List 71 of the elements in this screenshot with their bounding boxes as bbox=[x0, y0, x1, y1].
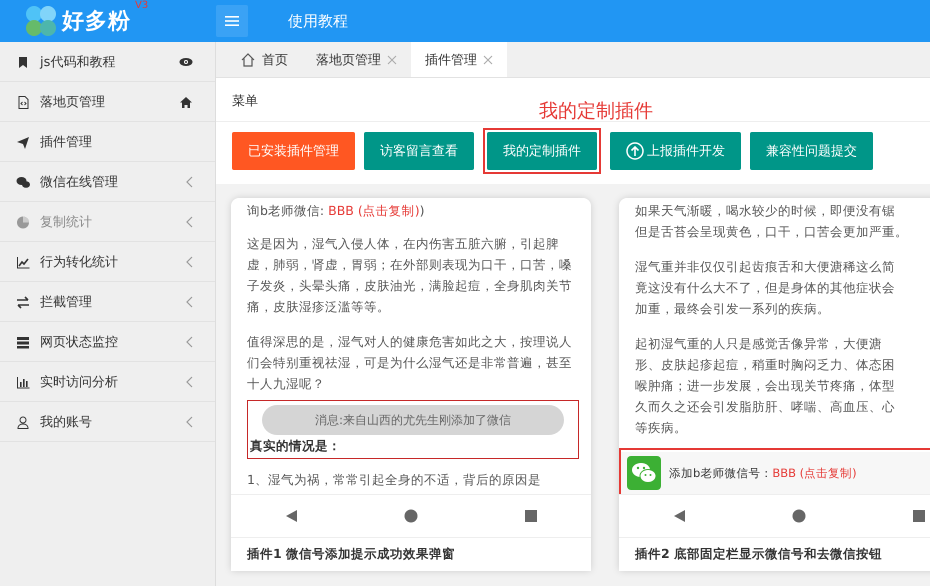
contact-text: 询b老师微信: BBB (点击复制)) bbox=[247, 202, 426, 220]
article-text-line: 等疾病。 bbox=[635, 419, 688, 437]
home-icon bbox=[179, 96, 193, 108]
sidebar-item[interactable]: 落地页管理 bbox=[0, 82, 215, 122]
chevron-left-icon bbox=[185, 256, 193, 268]
menu-button[interactable] bbox=[216, 5, 248, 37]
sidebar-item[interactable]: 行为转化统计 bbox=[0, 242, 215, 282]
article-text-line: 但是舌苔会呈现黄色，口干，口苦会更加严重。 bbox=[635, 223, 909, 241]
article-text-line: 形、皮肤起疹起痘，稍重时胸闷乏力、体态困 bbox=[635, 356, 896, 374]
bar-chart-icon bbox=[16, 374, 30, 388]
close-icon bbox=[483, 54, 493, 64]
sidebar-item[interactable]: 插件管理 bbox=[0, 122, 215, 162]
eye-icon bbox=[179, 56, 193, 68]
chevron-left-icon bbox=[185, 216, 193, 228]
home-outline-icon bbox=[240, 52, 256, 68]
version-label: V3 bbox=[135, 0, 148, 11]
article-text-line: 久而久之还会引发脂肪肝、哮喘、高血压、心 bbox=[635, 398, 896, 416]
tab[interactable]: 落地页管理 bbox=[302, 42, 411, 77]
chat-bubbles-icon bbox=[16, 174, 30, 188]
article-text-line: 加重，最终会引发一系列的疾病。 bbox=[635, 300, 831, 318]
tab[interactable]: 首页 bbox=[226, 42, 302, 77]
article-paragraph: 这是因为，湿气入侵人体，在内伤害五脏六腑，引起脾虚，肺弱，肾虚，胃弱；在外部则表现为口干，口苦，嗓子发炎，头晕头痛，皮肤油光，满脸起痘，全身肌肉关节痛，皮肤湿疹泛滥等等。 bbox=[247, 235, 573, 316]
user-icon bbox=[16, 414, 30, 428]
plugin-caption: 插件1 微信号添加提示成功效果弹窗 bbox=[246, 545, 456, 563]
sidebar-item[interactable]: 微信在线管理 bbox=[0, 162, 215, 202]
tab-button[interactable]: 访客留言查看 bbox=[364, 132, 474, 170]
article-paragraph: 1、湿气为祸，常常引起全身的不适，背后的原因是 bbox=[247, 471, 542, 489]
home-circle-icon bbox=[404, 509, 418, 523]
sidebar-item[interactable]: js代码和教程 bbox=[0, 42, 215, 82]
square-icon bbox=[524, 509, 538, 523]
bookmark-icon bbox=[16, 54, 30, 68]
chevron-left-icon bbox=[185, 416, 193, 428]
chevron-left-icon bbox=[185, 336, 193, 348]
back-triangle-icon bbox=[284, 509, 298, 523]
plugin-caption: 插件2 底部固定栏显示微信号和去微信按钮 bbox=[634, 545, 884, 563]
chevron-left-icon bbox=[185, 296, 193, 308]
server-icon bbox=[16, 334, 30, 348]
tab[interactable]: 插件管理 bbox=[411, 42, 507, 77]
chevron-left-icon bbox=[185, 376, 193, 388]
square-icon bbox=[912, 509, 926, 523]
tab-button[interactable]: 兼容性问题提交 bbox=[750, 132, 873, 170]
line-chart-icon bbox=[16, 254, 30, 268]
wechat-id-text: 添加b老师微信号：BBB (点击复制) bbox=[669, 464, 858, 482]
chevron-left-icon bbox=[185, 176, 193, 188]
clover-logo-icon bbox=[24, 4, 58, 38]
article-text-line: 湿气重并非仅仅引起齿痕舌和大便溏稀这么简 bbox=[635, 258, 896, 276]
article-text-line: 如果天气渐暖，喝水较少的时候，即便没有锯 bbox=[635, 202, 896, 220]
sidebar-item[interactable]: 网页状态监控 bbox=[0, 322, 215, 362]
pie-chart-icon bbox=[16, 214, 30, 228]
sidebar-item[interactable]: 拦截管理 bbox=[0, 282, 215, 322]
article-paragraph: 值得深思的是，湿气对人的健康危害如此之大，按理说人们会特别重视祛湿，可是为什么湿气还是非常普遍，甚至十人九湿呢？ bbox=[247, 333, 573, 393]
sidebar-item[interactable]: 我的账号 bbox=[0, 402, 215, 442]
article-heading: 真实的情况是： bbox=[250, 437, 342, 455]
tab-button[interactable]: 上报插件开发 bbox=[610, 132, 741, 170]
sidebar-item[interactable]: 实时访问分析 bbox=[0, 362, 215, 402]
menu-icon bbox=[225, 15, 239, 27]
article-text-line: 竟这没有什么大不了，但是身体的其他症状会 bbox=[635, 279, 896, 297]
article-text-line: 起初湿气重的人只是感觉舌像异常，大便溏 bbox=[635, 335, 883, 353]
tab-button[interactable]: 我的定制插件 bbox=[487, 132, 597, 170]
home-circle-icon bbox=[792, 509, 806, 523]
logo-text: 好多粉 bbox=[62, 8, 131, 36]
annotation-text: 我的定制插件 bbox=[539, 99, 653, 124]
close-icon bbox=[387, 54, 397, 64]
up-arrow-circle-icon bbox=[626, 142, 644, 160]
exchange-arrows-icon bbox=[16, 294, 30, 308]
paper-plane-icon bbox=[16, 134, 30, 148]
code-file-icon bbox=[16, 94, 30, 108]
toast-message: 消息:来自山西的尤先生刚添加了微信 bbox=[262, 405, 564, 435]
wechat-icon bbox=[627, 456, 661, 490]
article-text-line: 喉肿痛；进一步发展，会出现关节疼痛，体型 bbox=[635, 377, 896, 395]
back-triangle-icon bbox=[672, 509, 686, 523]
